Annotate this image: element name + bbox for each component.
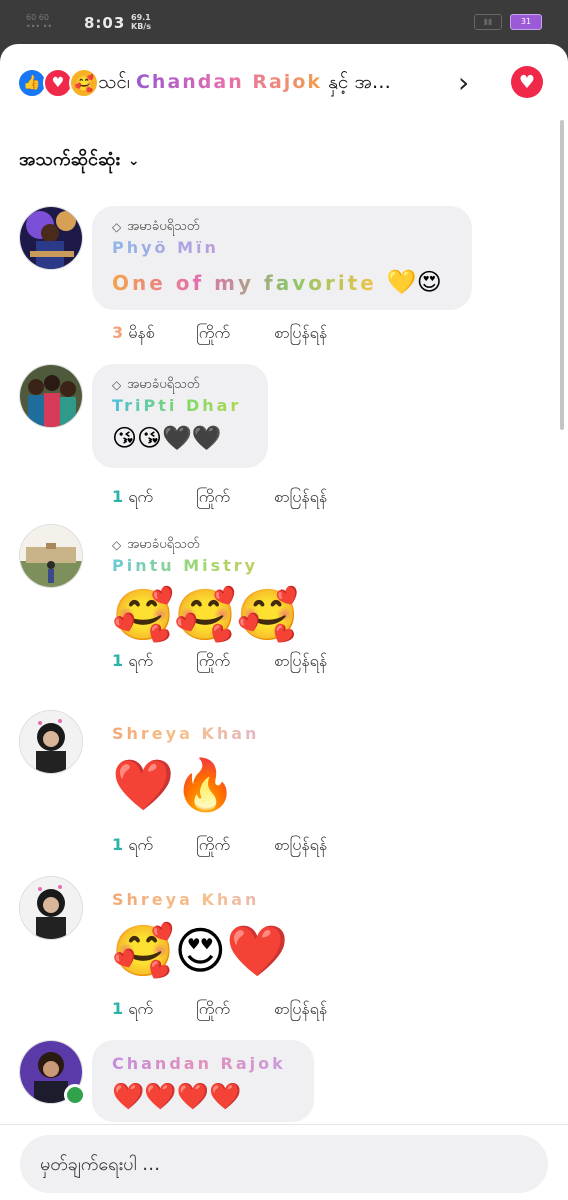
avatar-image: [20, 525, 82, 587]
avatar-image: [20, 365, 82, 427]
sort-label: အသက်ဆိုင်ဆုံး: [19, 149, 120, 170]
top-fan-badge: ◇ အမာခံပရိသတ်: [112, 536, 299, 554]
comment-content[interactable]: Shreya Khan 🥰😍❤️: [92, 876, 309, 993]
diamond-icon: ◇: [112, 538, 122, 552]
top-fan-badge: ◇ အမာခံပရိသတ်: [112, 376, 248, 394]
heart-react-button[interactable]: ♥: [511, 66, 543, 98]
status-right: ▮▮ 31: [474, 14, 542, 30]
reply-button[interactable]: စာပြန်ရန်: [274, 650, 327, 674]
avatar[interactable]: [19, 206, 83, 270]
commenter-name[interactable]: Chandan Rajok: [112, 1054, 294, 1076]
title-prefix: သင်၊: [98, 71, 130, 93]
commenter-name[interactable]: Shreya Khan: [112, 890, 289, 912]
comment-actions: 1 ရက် ကြိုက် စာပြန်ရန်: [112, 650, 327, 674]
comment-time: 1 ရက်: [112, 835, 154, 854]
reply-button[interactable]: စာပြန်ရန်: [274, 486, 327, 510]
reaction-summary[interactable]: 👍 ♥ 🥰: [17, 68, 99, 98]
comment-emoji: 😘😘🖤🖤: [112, 424, 222, 452]
comment-time: 3 မိနစ်: [112, 323, 155, 342]
clock: 8:03: [84, 14, 126, 32]
like-button[interactable]: ကြိုက်: [196, 650, 274, 674]
scrollbar[interactable]: [560, 120, 564, 430]
comment-emoji: 🥰😍❤️: [112, 922, 289, 980]
comments-sheet: 👍 ♥ 🥰 သင်၊ Chandan Rajok နှင့် အ… › ♥ အသ…: [0, 44, 568, 1200]
care-icon: 🥰: [69, 68, 99, 98]
status-bar: 60 60 ••• •• 8:03 69.1 KB/s ▮▮ 31: [0, 0, 568, 44]
diamond-icon: ◇: [112, 220, 122, 234]
title-suffix: နှင့် အ…: [328, 71, 391, 93]
chevron-down-icon: ⌄: [127, 152, 140, 169]
like-button[interactable]: ကြိုက်: [196, 998, 274, 1022]
title-name: Chandan Rajok: [135, 71, 323, 93]
reply-button[interactable]: စာပြန်ရန်: [274, 834, 327, 858]
like-button[interactable]: ကြိုက်: [196, 486, 274, 510]
comment-time: 1 ရက်: [112, 487, 154, 506]
avatar-image: [20, 207, 82, 269]
chevron-right-icon[interactable]: ›: [458, 66, 469, 99]
status-small-indicators: 60 60 ••• ••: [26, 13, 53, 31]
top-fan-badge: ◇ အမာခံပရိသတ်: [112, 218, 452, 236]
commenter-name[interactable]: Pintu Mistry: [112, 556, 299, 578]
sheet-header: 👍 ♥ 🥰 သင်၊ Chandan Rajok နှင့် အ… › ♥: [0, 44, 568, 124]
comment-content[interactable]: ◇ အမာခံပရိသတ် Pintu Mistry 🥰🥰🥰: [92, 524, 319, 657]
comment-emoji: 💛😍: [386, 268, 442, 296]
network-speed: 69.1 KB/s: [131, 13, 151, 31]
avatar[interactable]: [19, 364, 83, 428]
comment-text-body: One of my favorite: [112, 271, 377, 295]
avatar[interactable]: [19, 524, 83, 588]
comment-actions: 1 ရက် ကြိုက် စာပြန်ရန်: [112, 834, 327, 858]
comment-content[interactable]: Shreya Khan ❤️🔥: [92, 710, 279, 827]
commenter-name[interactable]: TriPti Dhar: [112, 396, 248, 418]
network-speed-unit: KB/s: [131, 22, 151, 31]
comment-text: One of my favorite 💛😍: [112, 268, 452, 296]
badge-label: အမာခံပရိသတ်: [127, 218, 200, 234]
reply-button[interactable]: စာပြန်ရန်: [274, 998, 327, 1022]
comment-bubble[interactable]: Chandan Rajok ❤️❤️❤️❤️: [92, 1040, 314, 1122]
comment-bubble[interactable]: ◇ အမာခံပရိသတ် Phyö Mïn One of my favorit…: [92, 206, 472, 310]
badge-label: အမာခံပရိသတ်: [127, 376, 200, 392]
avatar[interactable]: [19, 710, 83, 774]
battery-icon: 31: [510, 14, 542, 30]
reactors-title[interactable]: သင်၊ Chandan Rajok နှင့် အ…: [98, 70, 443, 98]
comment-emoji: ❤️❤️❤️❤️: [112, 1082, 242, 1112]
comment-emoji: ❤️🔥: [112, 756, 237, 814]
comment-actions: 1 ရက် ကြိုက် စာပြန်ရန်: [112, 998, 327, 1022]
comment-bubble[interactable]: ◇ အမာခံပရိသတ် TriPti Dhar 😘😘🖤🖤: [92, 364, 268, 468]
like-button[interactable]: ကြိုက်: [196, 834, 274, 858]
comment-input[interactable]: [20, 1135, 548, 1193]
comment-actions: 1 ရက် ကြိုက် စာပြန်ရန်: [112, 486, 327, 510]
avatar-image: [20, 877, 82, 939]
diamond-icon: ◇: [112, 378, 122, 392]
signal-icon: ▮▮: [474, 14, 502, 30]
commenter-name[interactable]: Phyö Mïn: [112, 238, 452, 260]
sort-dropdown[interactable]: အသက်ဆိုင်ဆုံး ⌄: [19, 147, 140, 174]
online-status-dot: [64, 1084, 86, 1106]
comment-composer: [0, 1124, 568, 1200]
comment-actions: 3 မိနစ် ကြိုက် စာပြန်ရန်: [112, 322, 327, 346]
avatar[interactable]: [19, 876, 83, 940]
avatar-image: [20, 711, 82, 773]
commenter-name[interactable]: Shreya Khan: [112, 724, 259, 746]
network-speed-value: 69.1: [131, 13, 151, 22]
comment-emoji: 🥰🥰🥰: [112, 586, 299, 644]
comment-time: 1 ရက်: [112, 999, 154, 1018]
comment-time: 1 ရက်: [112, 651, 154, 670]
badge-label: အမာခံပရိသတ်: [127, 536, 200, 552]
like-button[interactable]: ကြိုက်: [196, 322, 274, 346]
reply-button[interactable]: စာပြန်ရန်: [274, 322, 327, 346]
